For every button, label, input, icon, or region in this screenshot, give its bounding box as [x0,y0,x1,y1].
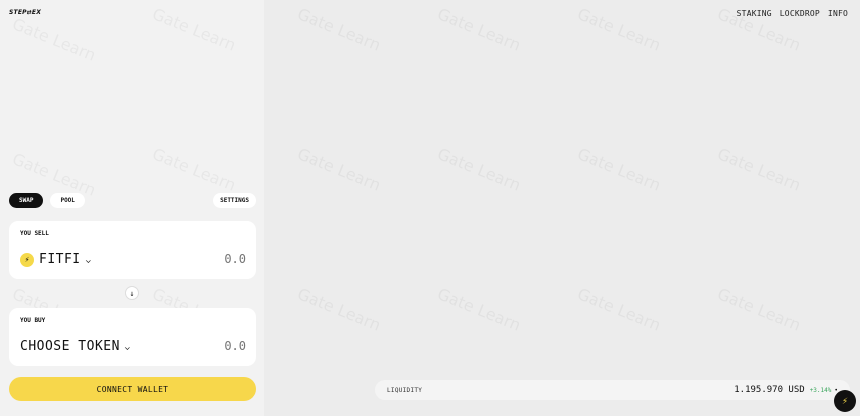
tab-swap[interactable]: SWAP [9,193,44,208]
arrow-down-icon[interactable]: ↓ [125,286,139,300]
sell-label: YOU SELL [20,230,49,237]
settings-button[interactable]: SETTINGS [213,193,256,208]
fitfi-token-icon: ⚡ [20,252,34,267]
buy-token-name: CHOOSE TOKEN [20,339,120,354]
watermark: Gate Learn [435,284,524,335]
liquidity-value: 1.195.970 USD [734,385,805,395]
chevron-down-icon: ⌄ [123,342,131,351]
tab-pool[interactable]: POOL [50,193,85,208]
watermark: Gate Learn [435,4,524,55]
watermark: Gate Learn [295,144,384,195]
sell-amount-input[interactable] [206,252,246,266]
swap-tabs: SWAP POOL SETTINGS [9,193,256,208]
top-nav: STAKING LOCKDROP INFO [737,9,848,18]
watermark: Gate Learn [715,144,804,195]
watermark: Gate Learn [295,284,384,335]
sell-token-selector[interactable]: ⚡ FITFI ⌄ [20,252,92,267]
watermark: Gate Learn [575,284,664,335]
watermark: Gate Learn [575,4,664,55]
watermark: Gate Learn [435,144,524,195]
stepex-logo[interactable]: STEP⇄EX [9,9,41,16]
nav-item-lockdrop[interactable]: LOCKDROP [780,9,820,18]
watermark: Gate Learn [715,284,804,335]
sell-card: YOU SELL ⚡ FITFI ⌄ [9,221,256,279]
liquidity-change: +3.14% [809,386,832,394]
liquidity-label: LIQUIDITY [387,386,423,394]
fitfi-fab-icon[interactable]: ⚡ [834,390,856,412]
nav-item-staking[interactable]: STAKING [737,9,772,18]
buy-label: YOU BUY [20,317,46,324]
buy-amount-input[interactable] [206,339,246,353]
watermark: Gate Learn [295,4,384,55]
sell-token-name: FITFI [39,252,81,267]
nav-item-info[interactable]: INFO [828,9,848,18]
buy-token-selector[interactable]: CHOOSE TOKEN ⌄ [20,339,131,354]
watermark: Gate Learn [575,144,664,195]
connect-wallet-button[interactable]: CONNECT WALLET [9,377,256,401]
buy-card: YOU BUY CHOOSE TOKEN ⌄ [9,308,256,366]
liquidity-bar: LIQUIDITY 1.195.970 USD +3.14% • [375,380,850,400]
chevron-down-icon: ⌄ [84,255,92,264]
